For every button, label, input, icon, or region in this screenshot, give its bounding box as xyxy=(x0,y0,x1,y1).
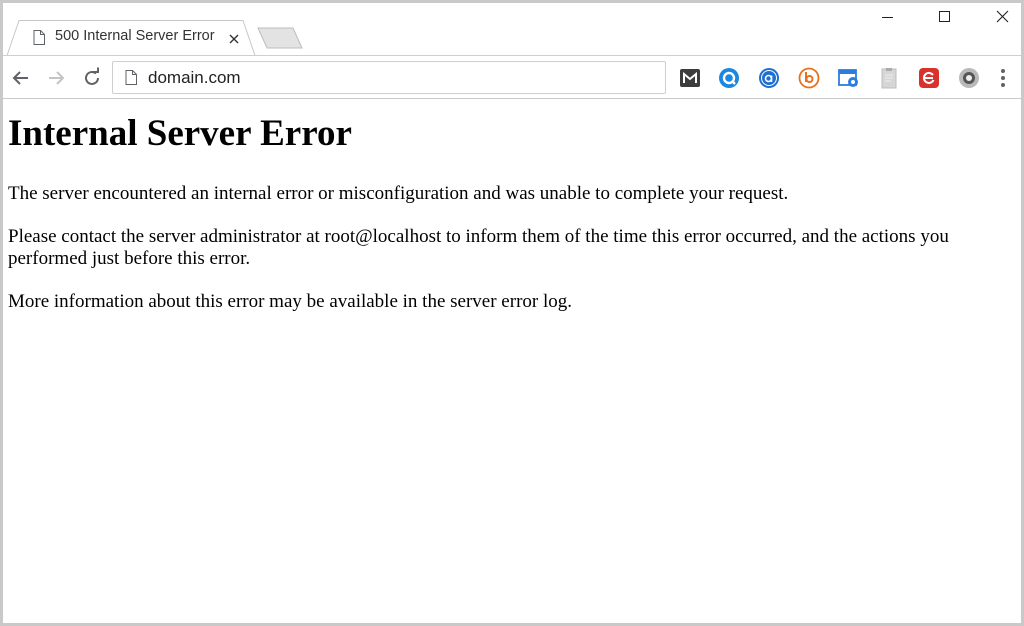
active-tab[interactable]: 500 Internal Server Error xyxy=(7,20,256,56)
tab-title: 500 Internal Server Error xyxy=(55,28,215,44)
title-bar: 500 Internal Server Error xyxy=(3,3,1021,56)
q-extension-icon[interactable] xyxy=(718,67,740,89)
document-icon xyxy=(33,30,45,50)
clipboard-extension-icon[interactable] xyxy=(878,67,900,89)
camera-extension-icon[interactable] xyxy=(838,67,860,89)
reload-button[interactable] xyxy=(80,66,104,90)
page-info-icon[interactable] xyxy=(125,70,137,90)
page-content: Internal Server Error The server encount… xyxy=(3,99,1021,623)
close-tab-icon[interactable] xyxy=(229,31,239,49)
arrow-right-icon xyxy=(49,71,65,85)
forward-button[interactable] xyxy=(44,66,68,90)
error-message-paragraph: The server encountered an internal error… xyxy=(8,183,789,204)
error-log-paragraph: More information about this error may be… xyxy=(8,291,572,312)
more-menu-icon[interactable] xyxy=(997,67,1009,89)
url-text[interactable]: domain.com xyxy=(148,68,241,88)
page-title: Internal Server Error xyxy=(8,113,352,154)
contact-admin-paragraph: Please contact the server administrator … xyxy=(8,226,949,269)
arrow-left-icon xyxy=(12,71,28,85)
reload-icon xyxy=(85,67,99,85)
minimize-icon xyxy=(882,17,893,18)
close-icon xyxy=(996,10,1009,23)
new-tab-button[interactable] xyxy=(257,27,303,49)
browser-window: 500 Internal Server Error domain.com Int… xyxy=(0,0,1024,626)
back-button[interactable] xyxy=(9,66,33,90)
minimize-button[interactable] xyxy=(868,5,908,27)
m-extension-icon[interactable] xyxy=(679,67,701,89)
e-extension-icon[interactable] xyxy=(918,67,940,89)
close-window-button[interactable] xyxy=(983,5,1021,27)
a-extension-icon[interactable] xyxy=(758,67,780,89)
maximize-button[interactable] xyxy=(925,5,965,27)
browser-toolbar: domain.com xyxy=(3,55,1021,99)
address-bar[interactable]: domain.com xyxy=(112,61,666,94)
maximize-icon xyxy=(939,11,950,22)
eye-extension-icon[interactable] xyxy=(958,67,980,89)
b-extension-icon[interactable] xyxy=(798,67,820,89)
